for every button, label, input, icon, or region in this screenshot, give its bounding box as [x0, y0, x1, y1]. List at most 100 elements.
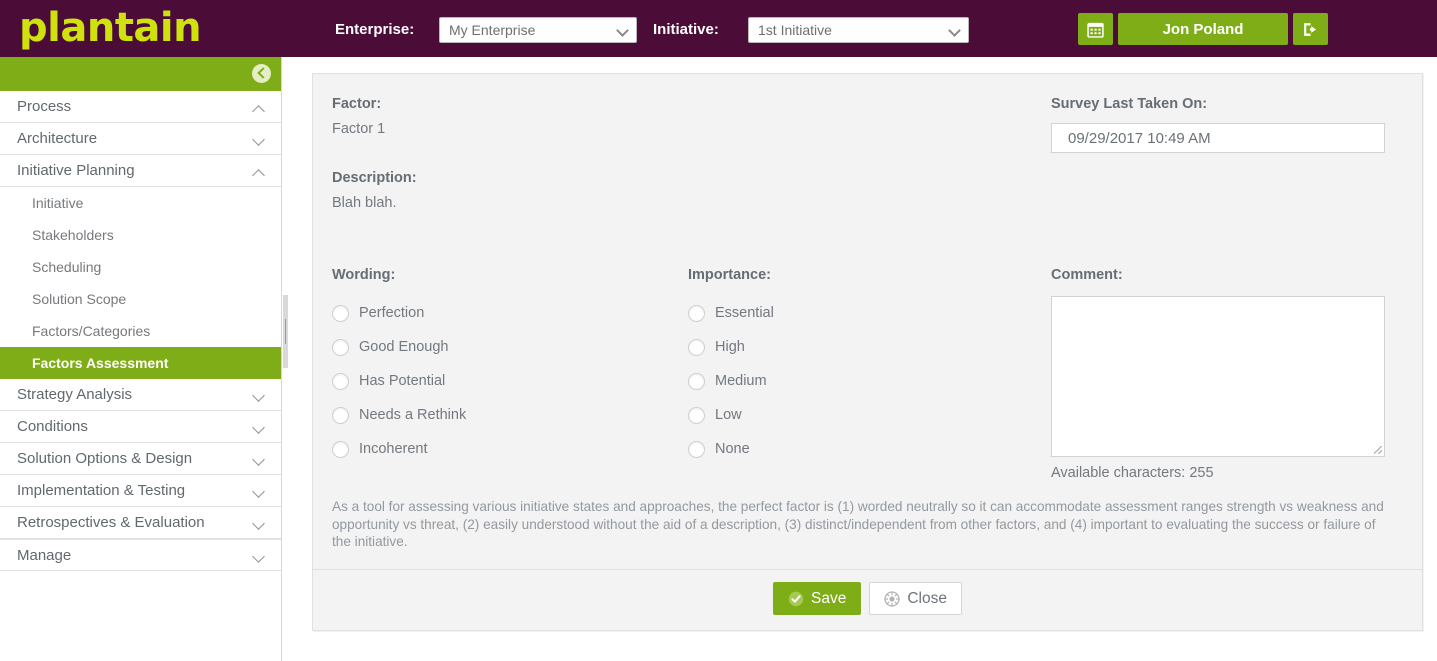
initiative-select-value: 1st Initiative — [758, 22, 832, 38]
radio-icon[interactable] — [688, 406, 705, 424]
radio-icon[interactable] — [332, 304, 349, 322]
sidebar-item-factors-assessment[interactable]: Factors Assessment — [0, 347, 281, 379]
enterprise-label: Enterprise: — [335, 21, 415, 38]
cancel-circle-icon — [884, 590, 900, 607]
radio-option-label: Perfection — [359, 305, 425, 321]
radio-icon[interactable] — [332, 440, 349, 458]
user-menu-button[interactable]: Jon Poland — [1118, 13, 1288, 45]
wording-options-list: Perfection Good Enough Has Potential Needs … — [332, 296, 466, 466]
panel-body: Factor: Factor 1 Description: Blah blah.… — [313, 74, 1422, 571]
wording-option-perfection[interactable]: Perfection — [332, 296, 466, 330]
wording-option-incoherent[interactable]: Incoherent — [332, 432, 466, 466]
radio-icon[interactable] — [688, 440, 705, 458]
survey-last-taken-input[interactable]: 09/29/2017 10:49 AM — [1051, 123, 1385, 153]
chevron-down-icon — [254, 519, 265, 530]
importance-option-low[interactable]: Low — [688, 398, 774, 432]
main-content: Factor: Factor 1 Description: Blah blah.… — [288, 57, 1437, 661]
wording-label: Wording: — [332, 267, 396, 283]
radio-icon[interactable] — [332, 338, 349, 356]
sidebar-group-process[interactable]: Process — [0, 91, 281, 123]
radio-option-label: Medium — [715, 373, 767, 389]
sidebar-item-scheduling[interactable]: Scheduling — [0, 251, 281, 283]
check-circle-icon — [788, 591, 804, 606]
chevron-up-icon — [254, 103, 265, 114]
sidebar-item-label: Factors/Categories — [32, 323, 151, 339]
wording-option-good-enough[interactable]: Good Enough — [332, 330, 466, 364]
enterprise-select[interactable]: My Enterprise — [439, 17, 637, 43]
sidebar-header — [0, 57, 281, 91]
logout-icon — [1304, 22, 1317, 36]
calendar-icon — [1087, 22, 1104, 38]
importance-option-none[interactable]: None — [688, 432, 774, 466]
sidebar-group-retrospectives-evaluation[interactable]: Retrospectives & Evaluation — [0, 507, 281, 539]
sidebar-group-label: Manage — [17, 547, 72, 564]
factor-label: Factor: — [332, 96, 382, 112]
radio-option-label: Low — [715, 407, 742, 423]
initiative-label: Initiative: — [653, 21, 719, 38]
sidebar-group-solution-options-design[interactable]: Solution Options & Design — [0, 443, 281, 475]
radio-option-label: Good Enough — [359, 339, 449, 355]
chevron-down-icon — [254, 135, 265, 146]
save-button[interactable]: Save — [773, 582, 862, 615]
sidebar-group-label: Architecture — [17, 130, 98, 147]
chevron-down-icon — [254, 391, 265, 402]
radio-option-label: Needs a Rethink — [359, 407, 467, 423]
description-block: Description: Blah blah. — [332, 170, 417, 211]
description-label: Description: — [332, 170, 417, 186]
sidebar-item-label: Solution Scope — [32, 291, 127, 307]
sidebar-collapse-button[interactable] — [252, 64, 271, 83]
importance-option-medium[interactable]: Medium — [688, 364, 774, 398]
user-name-label: Jon Poland — [1162, 20, 1244, 38]
radio-icon[interactable] — [332, 372, 349, 390]
sidebar-group-architecture[interactable]: Architecture — [0, 123, 281, 155]
chevron-down-icon — [254, 552, 265, 563]
sidebar-group-implementation-testing[interactable]: Implementation & Testing — [0, 475, 281, 507]
comment-label: Comment: — [1051, 267, 1123, 283]
sidebar-group-label: Initiative Planning — [17, 162, 135, 179]
help-text: As a tool for assessing various initiati… — [332, 499, 1384, 549]
factor-value: Factor 1 — [332, 121, 386, 137]
sidebar-item-factors-categories[interactable]: Factors/Categories — [0, 315, 281, 347]
sidebar: Process Architecture Initiative Planning In… — [0, 57, 282, 661]
importance-options-list: Essential High Medium Low None — [688, 296, 774, 466]
radio-icon[interactable] — [332, 406, 349, 424]
sidebar-item-label: Factors Assessment — [32, 355, 169, 371]
comment-textarea[interactable] — [1051, 296, 1385, 457]
sidebar-item-initiative[interactable]: Initiative — [0, 187, 281, 219]
wording-option-needs-a-rethink[interactable]: Needs a Rethink — [332, 398, 466, 432]
survey-last-taken-label: Survey Last Taken On: — [1051, 96, 1208, 112]
sidebar-group-strategy-analysis[interactable]: Strategy Analysis — [0, 379, 281, 411]
sidebar-item-solution-scope[interactable]: Solution Scope — [0, 283, 281, 315]
comment-block: Comment: Available characters: 255 — [1051, 267, 1385, 481]
chevron-down-icon — [616, 23, 630, 37]
radio-option-label: Essential — [715, 305, 774, 321]
sidebar-group-conditions[interactable]: Conditions — [0, 411, 281, 443]
radio-icon[interactable] — [688, 304, 705, 322]
factor-assessment-panel: Factor: Factor 1 Description: Blah blah.… — [312, 73, 1423, 631]
sidebar-group-initiative-planning[interactable]: Initiative Planning — [0, 155, 281, 187]
radio-icon[interactable] — [688, 338, 705, 356]
calendar-button[interactable] — [1078, 13, 1113, 45]
sidebar-group-label: Conditions — [17, 418, 88, 435]
sidebar-group-manage[interactable]: Manage — [0, 539, 281, 571]
wording-option-has-potential[interactable]: Has Potential — [332, 364, 466, 398]
factor-block: Factor: Factor 1 — [332, 96, 385, 137]
importance-option-essential[interactable]: Essential — [688, 296, 774, 330]
sidebar-group-label: Solution Options & Design — [17, 450, 193, 467]
available-characters-label: Available characters: 255 — [1051, 465, 1214, 481]
radio-option-label: High — [715, 339, 745, 355]
logout-button[interactable] — [1293, 13, 1328, 45]
sidebar-item-label: Scheduling — [32, 259, 102, 275]
initiative-select[interactable]: 1st Initiative — [748, 17, 969, 43]
enterprise-select-value: My Enterprise — [449, 22, 536, 38]
sidebar-item-stakeholders[interactable]: Stakeholders — [0, 219, 281, 251]
top-header-bar: plantain Enterprise: My Enterprise Initi… — [0, 0, 1437, 57]
chevron-down-icon — [254, 455, 265, 466]
importance-label: Importance: — [688, 267, 771, 283]
radio-icon[interactable] — [688, 372, 705, 390]
importance-option-high[interactable]: High — [688, 330, 774, 364]
sidebar-group-label: Strategy Analysis — [17, 386, 133, 403]
close-button[interactable]: Close — [869, 582, 962, 615]
panel-footer: Save Close — [313, 569, 1422, 630]
save-button-label: Save — [811, 589, 847, 607]
